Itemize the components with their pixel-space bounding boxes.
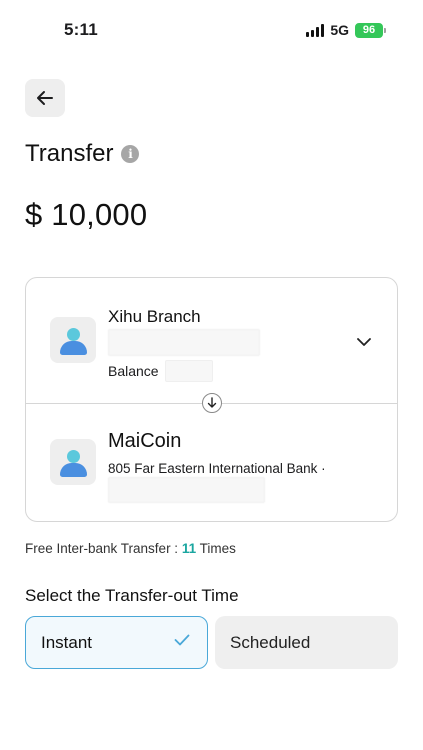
amount-value: 10,000 <box>51 197 148 232</box>
to-account-name: MaiCoin <box>108 430 182 452</box>
transfer-accounts-card: Xihu Branch Balance MaiCoin 805 Far East… <box>25 277 398 522</box>
to-account-bank: 805 Far Eastern International Bank · <box>108 461 326 476</box>
signal-icon <box>306 23 325 37</box>
transfer-time-label: Select the Transfer-out Time <box>25 586 239 605</box>
info-icon[interactable]: i <box>121 145 140 163</box>
arrow-left-icon <box>37 91 53 105</box>
check-icon <box>174 634 190 646</box>
scheduled-option-label: Scheduled <box>230 632 311 652</box>
instant-option-label: Instant <box>41 632 93 652</box>
arrow-down-icon <box>207 397 217 408</box>
page-title: Transfer <box>25 140 114 167</box>
network-label: 5G <box>330 22 349 38</box>
free-transfer-unit: Times <box>199 541 236 556</box>
to-account-avatar-icon <box>50 439 96 485</box>
scheduled-option[interactable]: Scheduled <box>215 616 398 669</box>
from-account-avatar-icon <box>50 317 96 363</box>
from-account-dropdown[interactable] <box>357 334 371 352</box>
status-bar: 5:11 5G 96 <box>0 0 423 60</box>
from-account-number-redacted <box>108 329 260 356</box>
title-row: Transfer i <box>25 140 140 168</box>
status-indicators: 5G 96 <box>306 22 386 38</box>
back-button[interactable] <box>25 79 65 117</box>
balance-value-redacted <box>164 360 213 382</box>
chevron-down-icon <box>357 338 371 346</box>
balance-label: Balance <box>108 363 159 379</box>
free-transfer-info: Free Inter-bank Transfer : 11 Times <box>25 541 236 556</box>
free-transfer-label: Free Inter-bank Transfer : <box>25 541 179 556</box>
from-account-name: Xihu Branch <box>108 307 201 326</box>
to-account-number-redacted <box>108 477 265 503</box>
currency-symbol: $ <box>25 197 43 232</box>
transfer-amount: $ 10,000 <box>25 197 147 233</box>
free-transfer-count: 11 <box>181 541 197 556</box>
transfer-direction-icon <box>202 393 222 413</box>
instant-option[interactable]: Instant <box>25 616 208 669</box>
status-time: 5:11 <box>64 20 98 39</box>
battery-level: 96 <box>355 22 383 38</box>
balance-row: Balance <box>108 360 213 382</box>
battery-icon: 96 <box>355 22 386 38</box>
